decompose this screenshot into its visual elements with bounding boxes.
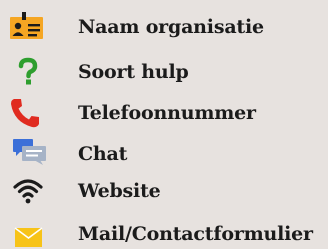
legend-item-phone: Telefoonnummer [0,98,328,128]
question-mark-icon [8,57,48,87]
legend-label: Chat [78,143,128,165]
legend-item-organisation: Naam organisatie [0,12,328,42]
legend-label: Website [78,180,161,202]
legend-label: Soort hulp [78,61,189,83]
legend-label: Naam organisatie [78,16,264,38]
chat-bubbles-icon [8,139,48,169]
envelope-icon [8,219,48,249]
legend-item-chat: Chat [0,139,328,169]
id-badge-icon [8,12,48,42]
phone-icon [8,98,48,128]
icon-legend: Naam organisatie Soort hulp Telefoonnumm… [0,0,328,248]
legend-item-help-type: Soort hulp [0,57,328,87]
legend-item-website: Website [0,176,328,206]
legend-label: Mail/Contactformulier [78,223,313,245]
legend-item-mail: Mail/Contactformulier [0,219,328,249]
legend-label: Telefoonnummer [78,102,256,124]
wifi-icon [8,176,48,206]
